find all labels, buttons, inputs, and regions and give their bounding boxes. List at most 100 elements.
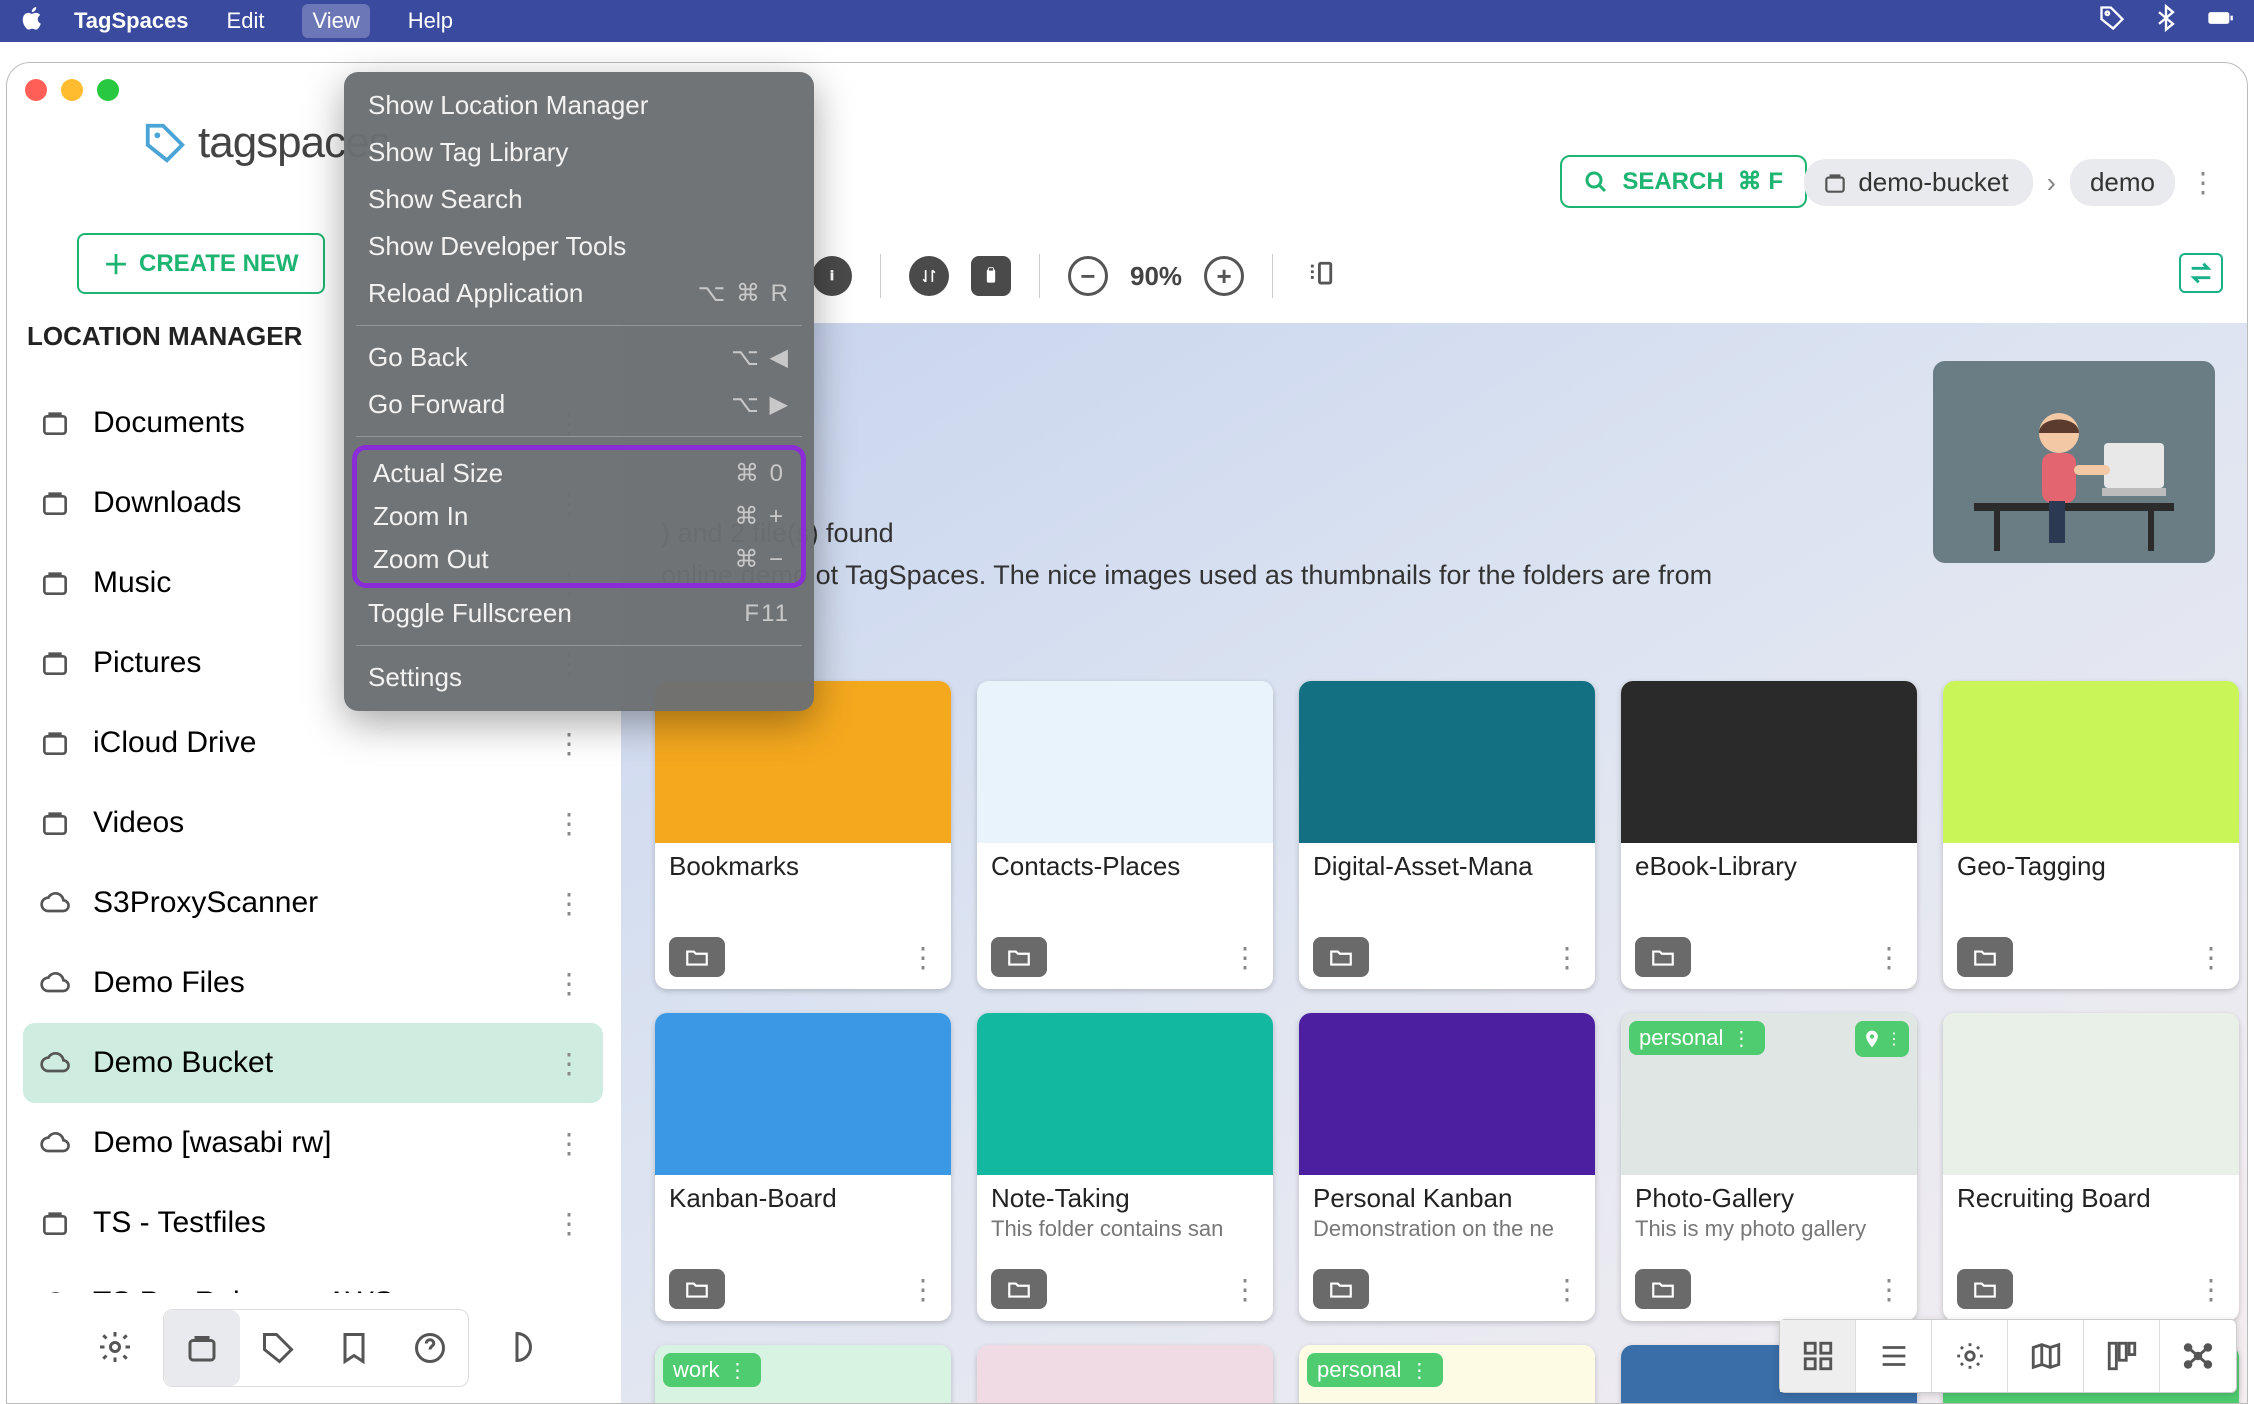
sidebar-location-item[interactable]: S3ProxyScanner ⋮ (23, 863, 603, 943)
menu-item[interactable]: Show Tag Library (344, 129, 814, 176)
menubar-help[interactable]: Help (398, 4, 463, 38)
menu-item-shortcut: ⌘ + (734, 502, 785, 531)
folder-card[interactable]: Bookmarks ⋮ (655, 681, 951, 989)
card-more-icon[interactable]: ⋮ (1553, 941, 1581, 974)
folder-card[interactable]: eBook-Library⋮ (1621, 681, 1917, 989)
menu-item-label: Zoom In (373, 501, 468, 532)
window-maximize-button[interactable] (97, 79, 119, 101)
tag-chip[interactable]: work ⋮ (663, 1353, 761, 1387)
tag-chip[interactable]: personal ⋮ (1307, 1353, 1443, 1387)
folder-card[interactable]: Note-TakingThis folder contains san⋮ (977, 1013, 1273, 1321)
location-name: S3ProxyScanner (93, 886, 318, 920)
sidebar-location-item[interactable]: TS Pro Releases AWS⋮ (23, 1263, 603, 1293)
folder-card[interactable]: Contacts-Places⋮ (977, 681, 1273, 989)
geo-tag-icon[interactable]: ⋮ (1855, 1021, 1909, 1057)
battery-icon[interactable] (2206, 4, 2234, 38)
sidebar-location-item[interactable]: Demo Bucket⋮ (23, 1023, 603, 1103)
card-more-icon[interactable]: ⋮ (909, 1273, 937, 1306)
kanban-view-icon[interactable] (2084, 1320, 2160, 1392)
location-more-icon[interactable]: ⋮ (555, 1287, 583, 1294)
menu-item[interactable]: Show Location Manager (344, 82, 814, 129)
main-content: ) and 2 file(s) found online demo ot Tag… (621, 323, 2247, 1403)
sidebar-location-item[interactable]: iCloud Drive⋮ (23, 703, 603, 783)
toolbar-divider (1272, 254, 1273, 298)
breadcrumb-more-icon[interactable]: ⋮ (2189, 166, 2217, 199)
card-more-icon[interactable]: ⋮ (1875, 1273, 1903, 1306)
create-new-label: CREATE NEW (139, 250, 299, 278)
plus-icon: ＋ (103, 245, 129, 282)
card-more-icon[interactable]: ⋮ (1553, 1273, 1581, 1306)
card-more-icon[interactable]: ⋮ (1231, 1273, 1259, 1306)
menu-item[interactable]: Settings (344, 654, 814, 701)
location-more-icon[interactable]: ⋮ (555, 1047, 583, 1080)
create-new-button[interactable]: ＋ CREATE NEW (77, 233, 325, 294)
tag-tray-icon[interactable] (2098, 4, 2126, 38)
location-more-icon[interactable]: ⋮ (555, 1127, 583, 1160)
help-tab-icon[interactable] (392, 1310, 468, 1386)
location-more-icon[interactable]: ⋮ (555, 967, 583, 1000)
folder-icon (991, 937, 1047, 977)
location-more-icon[interactable]: ⋮ (555, 727, 583, 760)
menubar-edit[interactable]: Edit (217, 4, 275, 38)
location-more-icon[interactable]: ⋮ (555, 887, 583, 920)
folder-card[interactable]: personal ⋮⋮Photo-GalleryThis is my photo… (1621, 1013, 1917, 1321)
menubar-view[interactable]: View (302, 4, 369, 38)
menu-item-label: Zoom Out (373, 544, 489, 575)
locations-tab-icon[interactable] (164, 1310, 240, 1386)
info-button[interactable]: i (812, 256, 852, 296)
folder-card[interactable]: Kanban-Board⋮ (655, 1013, 951, 1321)
main-toolbar: i − 90% + (812, 251, 2227, 301)
folder-card[interactable]: work ⋮ (655, 1345, 951, 1403)
sort-button[interactable] (909, 256, 949, 296)
card-more-icon[interactable]: ⋮ (2197, 941, 2225, 974)
zoom-in-button[interactable]: + (1204, 256, 1244, 296)
map-view-icon[interactable] (2008, 1320, 2084, 1392)
bluetooth-icon[interactable] (2152, 4, 2180, 38)
sidebar-location-item[interactable]: Videos⋮ (23, 783, 603, 863)
menu-item[interactable]: Go Back⌥ ◀ (344, 334, 814, 381)
menu-item[interactable]: Zoom Out⌘ − (357, 538, 801, 581)
bookmarks-tab-icon[interactable] (316, 1310, 392, 1386)
grid-view-icon[interactable] (1780, 1320, 1856, 1392)
card-more-icon[interactable]: ⋮ (909, 941, 937, 974)
card-more-icon[interactable]: ⋮ (2197, 1273, 2225, 1306)
split-view-icon[interactable] (1301, 259, 1335, 293)
menu-item[interactable]: Show Search (344, 176, 814, 223)
clipboard-button[interactable] (971, 256, 1011, 296)
toggle-panel-icon[interactable] (2179, 253, 2223, 293)
menu-item[interactable]: Zoom In ⌘ + (357, 495, 801, 538)
tags-tab-icon[interactable] (240, 1310, 316, 1386)
sidebar-location-item[interactable]: Demo Files⋮ (23, 943, 603, 1023)
graph-view-icon[interactable] (2160, 1320, 2236, 1392)
location-more-icon[interactable]: ⋮ (555, 1207, 583, 1240)
search-button[interactable]: SEARCH ⌘ F (1560, 155, 1807, 208)
sidebar-location-item[interactable]: Demo [wasabi rw]⋮ (23, 1103, 603, 1183)
location-more-icon[interactable]: ⋮ (555, 807, 583, 840)
folder-card[interactable]: personal ⋮ (1299, 1345, 1595, 1403)
menu-item[interactable]: Reload Application⌥ ⌘ R (344, 270, 814, 317)
settings-icon[interactable] (77, 1309, 153, 1385)
window-close-button[interactable] (25, 79, 47, 101)
breadcrumb-current[interactable]: demo (2070, 159, 2175, 206)
card-more-icon[interactable]: ⋮ (1875, 941, 1903, 974)
zoom-out-button[interactable]: − (1068, 256, 1108, 296)
card-more-icon[interactable]: ⋮ (1231, 941, 1259, 974)
sidebar-location-item[interactable]: TS - Testfiles⋮ (23, 1183, 603, 1263)
window-minimize-button[interactable] (61, 79, 83, 101)
menu-item[interactable]: Actual Size⌘ 0 (357, 452, 801, 495)
folder-card[interactable] (977, 1345, 1273, 1403)
folder-card[interactable]: Geo-Tagging⋮ (1943, 681, 2239, 989)
breadcrumb-root[interactable]: demo-bucket (1804, 159, 2032, 206)
menu-item[interactable]: Toggle FullscreenF11 (344, 590, 814, 637)
folder-card[interactable]: Recruiting Board⋮ (1943, 1013, 2239, 1321)
tag-chip[interactable]: personal ⋮ (1629, 1021, 1765, 1055)
list-view-icon[interactable] (1856, 1320, 1932, 1392)
menu-item[interactable]: Show Developer Tools (344, 223, 814, 270)
folder-card[interactable]: Personal KanbanDemonstration on the ne⋮ (1299, 1013, 1595, 1321)
theme-toggle-icon[interactable] (479, 1309, 555, 1385)
folder-card[interactable]: Digital-Asset-Mana⋮ (1299, 681, 1595, 989)
gallery-view-icon[interactable] (1932, 1320, 2008, 1392)
card-title: Personal Kanban (1299, 1175, 1595, 1214)
card-title: Bookmarks (655, 843, 951, 882)
menu-item[interactable]: Go Forward⌥ ▶ (344, 381, 814, 428)
